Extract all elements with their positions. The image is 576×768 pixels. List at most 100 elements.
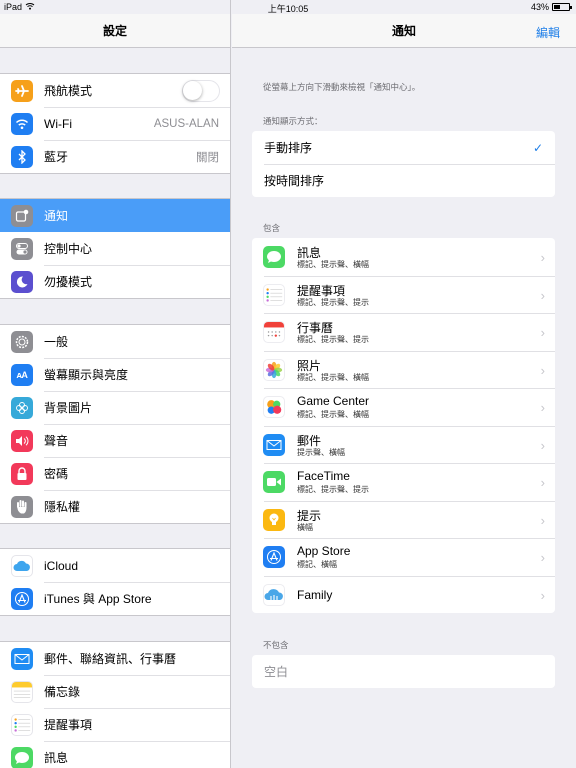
included-apps-list: 訊息 標記、提示聲、橫幅 › 提醒事項 標記、提示聲、提示 › 行事曆 標記、提示聲、提示 › 照… xyxy=(252,238,555,613)
app-notification-row[interactable]: 行事曆 標記、提示聲、提示 › xyxy=(252,313,555,351)
sidebar-item[interactable]: 控制中心 xyxy=(0,232,230,265)
chevron-right-icon: › xyxy=(540,287,545,303)
bluetooth-icon xyxy=(11,145,33,168)
battery-icon xyxy=(552,3,572,11)
app-notification-row[interactable]: 郵件 提示聲、橫幅 › xyxy=(252,425,555,464)
chevron-right-icon: › xyxy=(540,325,545,340)
tips-icon xyxy=(263,508,285,531)
sidebar-item-label: 訊息 xyxy=(44,751,69,765)
detail-title: 通知 xyxy=(391,24,416,38)
settings-group: iCloud iTunes 與 App Store xyxy=(0,548,230,616)
sidebar-item[interactable]: 隱私權 xyxy=(0,490,230,523)
mail-icon xyxy=(11,647,33,670)
calendar-icon xyxy=(263,321,285,343)
sidebar-item[interactable]: 密碼 xyxy=(0,457,230,490)
sidebar-item-label: 提醒事項 xyxy=(44,718,93,732)
app-notification-row[interactable]: FaceTime 標記、提示聲、提示 › xyxy=(252,463,555,501)
sidebar-item[interactable]: 飛航模式 xyxy=(0,74,230,107)
sidebar-item[interactable]: 提醒事項 xyxy=(0,708,230,741)
control-center-icon xyxy=(11,237,33,260)
hand-icon xyxy=(11,495,33,518)
app-notification-row[interactable]: 提醒事項 標記、提示聲、提示 › xyxy=(252,275,555,314)
app-notification-row[interactable]: 訊息 標記、提示聲、橫幅 › xyxy=(252,238,555,276)
sidebar-item[interactable]: 通知 xyxy=(0,199,230,232)
excluded-apps-list: 空白 xyxy=(252,655,555,688)
sidebar-item-label: 背景圖片 xyxy=(44,401,93,415)
app-alert-styles: 標記、提示聲、橫幅 xyxy=(297,260,369,269)
app-store-icon xyxy=(263,546,285,568)
sidebar-item-label: 通知 xyxy=(44,209,69,223)
edit-button[interactable]: 編輯 xyxy=(536,24,560,41)
app-alert-styles: 標記、提示聲、橫幅 xyxy=(297,410,369,419)
battery-percent: 43% xyxy=(530,2,549,12)
app-name: App Store xyxy=(297,544,351,558)
settings-group: 飛航模式 Wi-Fi ASUS-ALAN 藍牙 關閉 xyxy=(0,73,230,174)
chevron-right-icon: › xyxy=(540,362,545,378)
sidebar-item[interactable]: 一般 xyxy=(0,325,230,358)
sidebar-item[interactable]: ᴀA 螢幕顯示與亮度 xyxy=(0,358,230,391)
sort-option-by-time[interactable]: 按時間排序 xyxy=(252,164,555,197)
moon-icon xyxy=(11,270,33,293)
sort-header: 通知顯示方式： xyxy=(263,116,323,126)
checkmark-icon: ✓ xyxy=(532,140,543,155)
sidebar-item[interactable]: 勿擾模式 xyxy=(0,265,230,298)
airplane-icon xyxy=(11,79,33,102)
sidebar-item[interactable]: iTunes 與 App Store xyxy=(0,582,230,615)
settings-group: 一般 ᴀA 螢幕顯示與亮度 背景圖片聲音密碼隱私權 xyxy=(0,324,230,524)
sidebar-item[interactable]: 背景圖片 xyxy=(0,391,230,424)
sidebar-item[interactable]: 訊息 xyxy=(0,741,230,768)
settings-group: 郵件、聯絡資訊、行事曆 備忘錄提醒事項訊息 xyxy=(0,641,230,768)
app-notification-row[interactable]: App Store 標記、橫幅 › xyxy=(252,538,555,576)
game-center-icon xyxy=(263,396,285,418)
include-header: 包含 xyxy=(263,223,281,233)
sidebar-item-label: 控制中心 xyxy=(44,242,93,256)
family-icon xyxy=(263,583,285,606)
settings-group: 通知控制中心勿擾模式 xyxy=(0,198,230,299)
wifi-icon xyxy=(11,112,33,135)
mail-icon xyxy=(263,433,285,456)
app-notification-row[interactable]: Game Center 標記、提示聲、橫幅 › xyxy=(252,388,555,426)
sidebar-item-label: 聲音 xyxy=(44,434,69,448)
notifications-icon xyxy=(11,204,33,227)
sidebar-item[interactable]: 郵件、聯絡資訊、行事曆 xyxy=(0,642,230,675)
display-icon: ᴀA xyxy=(11,363,33,386)
sidebar-item-label: 勿擾模式 xyxy=(44,275,93,289)
sidebar-item-label: 一般 xyxy=(44,335,69,349)
wallpaper-icon xyxy=(11,396,33,419)
sidebar-item-label: iTunes 與 App Store xyxy=(44,592,152,606)
detail-navbar: 通知 編輯 xyxy=(232,14,576,48)
sidebar-item[interactable]: 備忘錄 xyxy=(0,675,230,708)
app-notification-row[interactable]: Family › xyxy=(252,575,555,614)
sort-option-manual[interactable]: 手動排序 ✓ xyxy=(252,131,555,164)
facetime-icon xyxy=(263,471,285,493)
chevron-right-icon: › xyxy=(540,475,545,490)
reminders-icon xyxy=(263,283,285,306)
sidebar-item[interactable]: 聲音 xyxy=(0,424,230,457)
sidebar-item-label: 密碼 xyxy=(44,467,69,481)
app-store-icon xyxy=(11,587,33,610)
sidebar-item-label: 藍牙 xyxy=(44,150,69,164)
app-alert-styles: 標記、提示聲、提示 xyxy=(297,335,369,344)
sidebar-item-label: 飛航模式 xyxy=(44,84,93,98)
app-notification-row[interactable]: 照片 標記、提示聲、橫幅 › xyxy=(252,350,555,389)
sidebar-item-label: 螢幕顯示與亮度 xyxy=(44,368,129,382)
airplane-mode-toggle[interactable] xyxy=(182,79,220,102)
sidebar-item-label: iCloud xyxy=(44,558,79,573)
sidebar-item[interactable]: iCloud xyxy=(0,549,230,582)
sidebar-item-value: 關閉 xyxy=(196,151,219,164)
sidebar-navbar: 設定 xyxy=(0,14,230,48)
empty-label: 空白 xyxy=(264,665,289,679)
exclude-header: 不包含 xyxy=(263,640,289,650)
app-alert-styles: 標記、提示聲、提示 xyxy=(297,485,369,494)
sort-option-label: 手動排序 xyxy=(264,141,313,155)
sidebar-item-label: Wi-Fi xyxy=(44,116,72,131)
messages-icon xyxy=(11,746,33,768)
sidebar-item[interactable]: 藍牙 關閉 xyxy=(0,140,230,173)
excluded-empty-row: 空白 xyxy=(252,655,555,688)
sidebar-item[interactable]: Wi-Fi ASUS-ALAN xyxy=(0,107,230,140)
photos-icon xyxy=(263,358,285,381)
app-name: Family xyxy=(297,587,333,602)
app-alert-styles: 標記、提示聲、提示 xyxy=(297,297,369,307)
chevron-right-icon: › xyxy=(540,400,545,415)
app-notification-row[interactable]: 提示 橫幅 › xyxy=(252,500,555,539)
